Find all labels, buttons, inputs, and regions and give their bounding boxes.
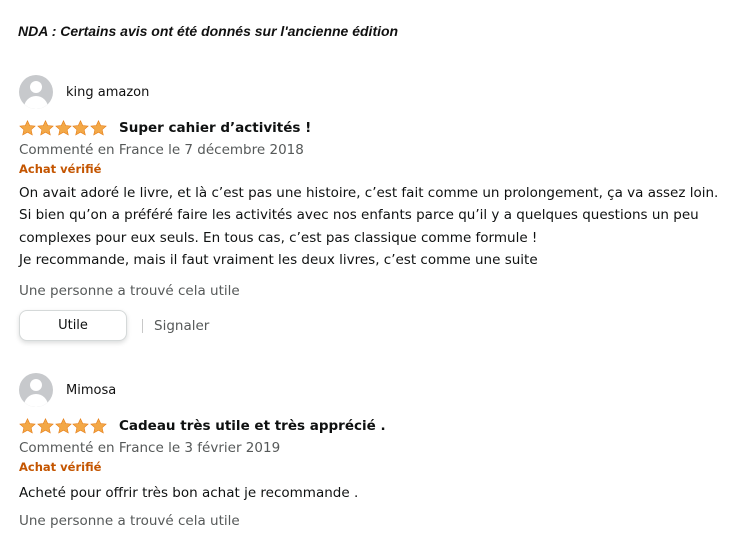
star-icon xyxy=(90,120,108,136)
avatar-icon xyxy=(19,373,53,407)
review-date: Commenté en France le 7 décembre 2018 xyxy=(19,142,304,158)
review-title[interactable]: Super cahier d’activités ! xyxy=(119,120,311,136)
review-body-line: Si bien qu’on a préféré faire les activi… xyxy=(19,207,699,224)
reviewer-profile[interactable]: king amazon xyxy=(19,75,734,109)
reviewer-name[interactable]: Mimosa xyxy=(66,383,116,398)
review-body-line: complexes pour eux seuls. En tous cas, c… xyxy=(19,229,538,246)
helpful-button[interactable]: Utile xyxy=(19,310,127,342)
star-icon xyxy=(72,120,90,136)
verified-purchase-badge: Achat vérifié xyxy=(19,162,102,176)
star-icon xyxy=(19,120,36,136)
star-icon xyxy=(54,418,72,434)
helpful-count: Une personne a trouvé cela utile xyxy=(19,283,240,300)
star-rating[interactable] xyxy=(19,120,108,136)
review-body: Acheté pour offrir très bon achat je rec… xyxy=(19,482,734,504)
star-icon xyxy=(72,418,90,434)
star-rating[interactable] xyxy=(19,418,108,434)
avatar-icon xyxy=(19,75,53,109)
verified-purchase-badge: Achat vérifié xyxy=(19,460,102,474)
divider xyxy=(142,318,143,333)
review-body-line: Je recommande, mais il faut vraiment les… xyxy=(19,251,538,268)
reviewer-name[interactable]: king amazon xyxy=(66,85,149,100)
star-icon xyxy=(54,120,72,136)
report-link[interactable]: Signaler xyxy=(154,318,209,334)
helpful-count: Une personne a trouvé cela utile xyxy=(19,513,240,530)
review-title[interactable]: Cadeau très utile et très apprécié . xyxy=(119,418,386,434)
review-body-line: Acheté pour offrir très bon achat je rec… xyxy=(19,485,359,501)
reviewer-profile[interactable]: Mimosa xyxy=(19,373,734,407)
edition-notice: NDA : Certains avis ont été donnés sur l… xyxy=(18,23,399,39)
star-icon xyxy=(19,418,36,434)
review-card: Mimosa Cadeau très utile et très appréci… xyxy=(19,373,734,529)
review-date: Commenté en France le 3 février 2019 xyxy=(19,440,281,456)
review-card: king amazon Super cahier d’activités ! C… xyxy=(19,75,734,342)
star-icon xyxy=(90,418,108,434)
review-body: On avait adoré le livre, et là c’est pas… xyxy=(19,182,734,271)
review-body-line: On avait adoré le livre, et là c’est pas… xyxy=(19,185,719,201)
star-icon xyxy=(36,120,54,136)
star-icon xyxy=(36,418,54,434)
